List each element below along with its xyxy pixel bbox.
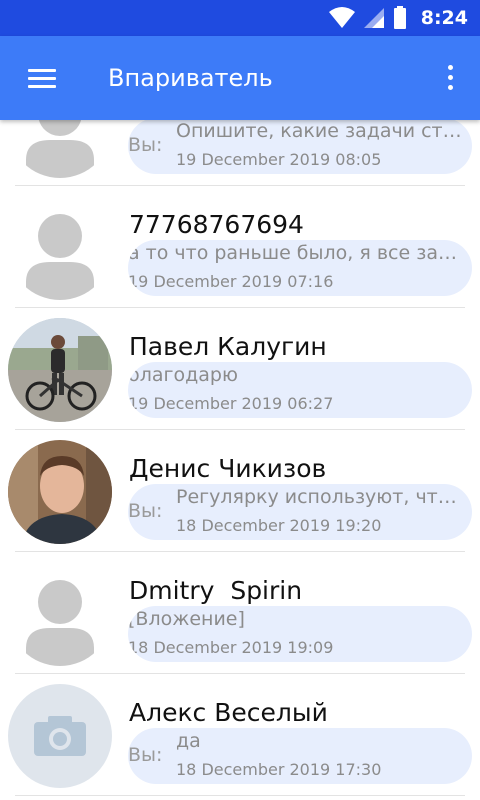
- camera-icon: [8, 684, 112, 788]
- app-title: Впариватель: [108, 64, 273, 92]
- message-date: 18 December 2019 17:30: [176, 760, 382, 779]
- cell-signal-icon: [363, 8, 384, 28]
- message-date: 19 December 2019 08:05: [176, 150, 382, 169]
- last-message: а то что раньше было, я все закр…: [128, 242, 464, 264]
- last-message-bubble: [Вложение] 18 December 2019 19:09: [128, 606, 472, 662]
- last-message-bubble: Вы: Регулярку используют, чтоб… 18 Decem…: [128, 484, 472, 540]
- wifi-icon: [328, 7, 355, 28]
- conversation-list[interactable]: Вы: Опишите, какие задачи стоя… 19 Decem…: [0, 64, 480, 796]
- last-message: благодарю: [128, 364, 238, 386]
- contact-name: 77768767694: [129, 210, 304, 239]
- conversation-item[interactable]: Павел Калугин благодарю 19 December 2019…: [0, 308, 480, 430]
- you-prefix: Вы:: [128, 744, 163, 766]
- last-message: да: [176, 730, 201, 752]
- last-message: Опишите, какие задачи стоя…: [176, 120, 466, 142]
- conversation-item[interactable]: Dmitry Spirin [Вложение] 18 December 201…: [0, 552, 480, 674]
- message-date: 19 December 2019 07:16: [128, 272, 334, 291]
- last-message-bubble: Вы: Опишите, какие задачи стоя… 19 Decem…: [128, 118, 472, 174]
- conversation-item[interactable]: 77768767694 а то что раньше было, я все …: [0, 186, 480, 308]
- person-placeholder-icon: [8, 562, 112, 666]
- menu-icon[interactable]: [18, 58, 58, 98]
- message-date: 18 December 2019 19:09: [128, 638, 334, 657]
- last-message: Регулярку используют, чтоб…: [176, 486, 466, 508]
- status-bar: 8:24: [0, 0, 480, 36]
- you-prefix: Вы:: [128, 134, 163, 156]
- app-bar: Впариватель: [0, 36, 480, 120]
- last-message-bubble: а то что раньше было, я все закр… 19 Dec…: [128, 240, 472, 296]
- more-vert-icon[interactable]: [438, 62, 462, 94]
- contact-name: Павел Калугин: [129, 332, 327, 361]
- contact-name: Dmitry Spirin: [129, 576, 303, 605]
- last-message-bubble: благодарю 19 December 2019 06:27: [128, 362, 472, 418]
- status-icons: 8:24: [328, 6, 468, 30]
- person-placeholder-icon: [8, 196, 112, 300]
- last-message: [Вложение]: [128, 608, 245, 630]
- last-message-bubble: Вы: да 18 December 2019 17:30: [128, 728, 472, 784]
- message-date: 18 December 2019 19:20: [176, 516, 382, 535]
- contact-name: Денис Чикизов: [129, 454, 327, 483]
- conversation-item[interactable]: Алекс Веселый Вы: да 18 December 2019 17…: [0, 674, 480, 796]
- you-prefix: Вы:: [128, 500, 163, 522]
- avatar-photo: [8, 440, 112, 544]
- divider: [15, 795, 465, 796]
- contact-name: Алекс Веселый: [129, 698, 328, 727]
- status-time: 8:24: [420, 7, 468, 29]
- battery-icon: [393, 6, 406, 29]
- conversation-item[interactable]: Денис Чикизов Вы: Регулярку используют, …: [0, 430, 480, 552]
- message-date: 19 December 2019 06:27: [128, 394, 334, 413]
- avatar-photo: [8, 318, 112, 422]
